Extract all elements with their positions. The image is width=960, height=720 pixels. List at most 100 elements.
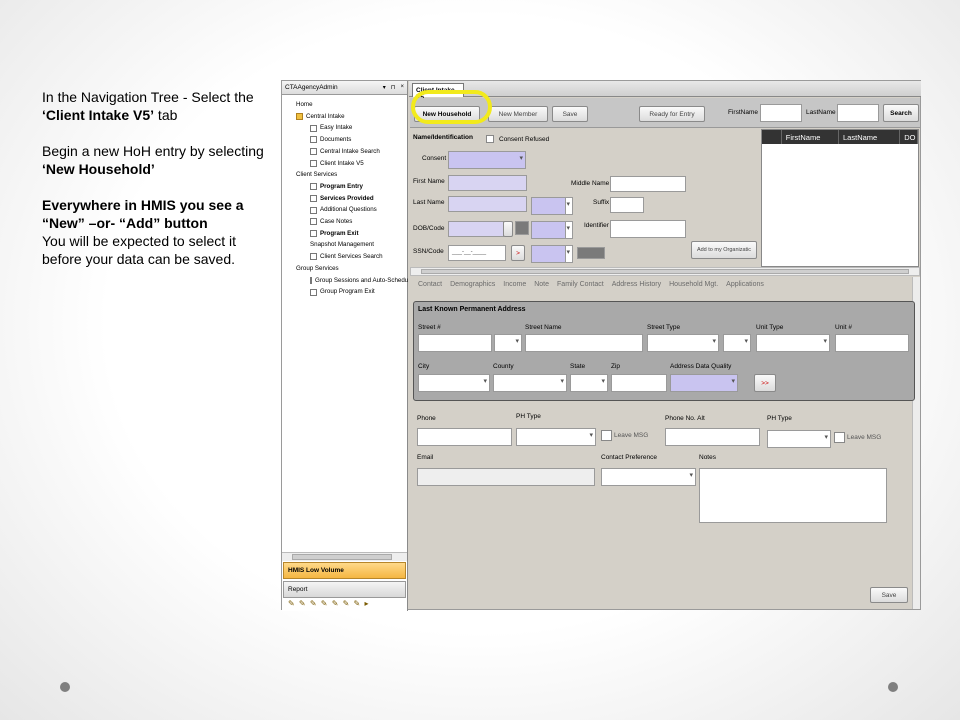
save-button[interactable]: Save bbox=[552, 106, 588, 122]
report-button[interactable]: Report bbox=[283, 581, 406, 598]
scroll-thumb[interactable] bbox=[292, 554, 392, 560]
phone-alt-input[interactable] bbox=[665, 428, 760, 446]
nav-tree-item[interactable]: Services Provided bbox=[286, 193, 407, 205]
ssn-code-input[interactable] bbox=[531, 245, 567, 263]
add-to-organization-button[interactable]: Add to my Organizatic bbox=[691, 241, 757, 259]
hmis-app-window: CTAAgencyAdmin ▾ ⊓ × Home Central Intake E… bbox=[281, 80, 921, 611]
middle-name-input[interactable] bbox=[610, 176, 686, 192]
close-icon[interactable]: × bbox=[400, 84, 404, 91]
phone-label: Phone bbox=[417, 415, 436, 422]
ph-type-alt-select[interactable] bbox=[767, 430, 831, 448]
subtab-item[interactable]: Applications bbox=[726, 281, 764, 288]
ssn-code-dropdown[interactable] bbox=[565, 245, 573, 263]
nav-tree-item[interactable]: Case Notes bbox=[286, 216, 407, 228]
nav-icon-strip[interactable]: ✎ ✎ ✎ ✎ ✎ ✎ ✎ ▸ bbox=[288, 599, 370, 608]
dob-code-dropdown[interactable] bbox=[565, 221, 573, 239]
ssn-input[interactable]: ___-__-____ bbox=[448, 245, 506, 261]
nav-tree-item[interactable]: Central Intake Search bbox=[286, 146, 407, 158]
subtab-item[interactable]: Income bbox=[503, 281, 526, 288]
nav-tree-item[interactable]: Group Sessions and Auto-Schedu bbox=[286, 275, 409, 287]
email-input[interactable] bbox=[417, 468, 595, 486]
doc-icon bbox=[310, 276, 312, 284]
zip-input[interactable] bbox=[611, 374, 667, 392]
subtab-item[interactable]: Note bbox=[534, 281, 549, 288]
name-quality-input[interactable] bbox=[531, 197, 567, 215]
phone-input[interactable] bbox=[417, 428, 512, 446]
ph-type-alt-label: PH Type bbox=[767, 415, 792, 422]
name-quality-dropdown[interactable] bbox=[565, 197, 573, 215]
grid-header-firstname[interactable]: FirstName bbox=[782, 130, 840, 144]
subtab-item[interactable]: Demographics bbox=[450, 281, 495, 288]
nav-tree-item[interactable]: Client Services Search bbox=[286, 251, 407, 263]
new-member-button[interactable]: New Member bbox=[488, 106, 548, 122]
nav-tree-item[interactable]: Snapshot Management bbox=[286, 239, 407, 251]
street-number-input[interactable] bbox=[418, 334, 492, 352]
subtab-item[interactable]: Household Mgt. bbox=[669, 281, 718, 288]
save-form-button[interactable]: Save bbox=[870, 587, 908, 603]
nav-tree-item[interactable]: Group Services bbox=[286, 263, 407, 275]
nav-tree-item-label: Snapshot Management bbox=[310, 241, 374, 249]
nav-tree-item[interactable]: Group Program Exit bbox=[286, 286, 407, 298]
city-select[interactable] bbox=[418, 374, 490, 392]
nav-tree-item[interactable]: Client Intake V5 bbox=[286, 158, 407, 170]
street-name-input[interactable] bbox=[525, 334, 643, 352]
scroll-thumb[interactable] bbox=[421, 269, 909, 274]
subtab-item[interactable]: Contact bbox=[418, 281, 442, 288]
subtab-item[interactable]: Family Contact bbox=[557, 281, 604, 288]
nav-tree-item[interactable]: Additional Questions bbox=[286, 204, 407, 216]
nav-tree-item-label: Group Sessions and Auto-Schedu bbox=[315, 276, 409, 284]
pin-icon[interactable]: ⊓ bbox=[391, 84, 396, 91]
unit-number-input[interactable] bbox=[835, 334, 909, 352]
subtab-item[interactable]: Address History bbox=[612, 281, 661, 288]
consent-select[interactable] bbox=[448, 151, 526, 169]
street-name-label: Street Name bbox=[525, 324, 562, 331]
nav-tree-item[interactable]: Central Intake bbox=[286, 111, 407, 123]
leave-msg-checkbox[interactable] bbox=[601, 430, 612, 441]
ph-type-select[interactable] bbox=[516, 428, 596, 446]
ssn-arrow-button[interactable]: > bbox=[511, 245, 525, 261]
state-select[interactable] bbox=[570, 374, 608, 392]
notes-textarea[interactable] bbox=[699, 468, 887, 523]
leave-msg-alt-checkbox[interactable] bbox=[834, 432, 845, 443]
nav-tree-item-label: Group Program Exit bbox=[320, 288, 375, 296]
instruction-step-3: Everywhere in HMIS you see a “New” –or- … bbox=[42, 196, 274, 268]
county-select[interactable] bbox=[493, 374, 567, 392]
hmis-low-volume-button[interactable]: HMIS Low Volume bbox=[283, 562, 406, 579]
address-group-title: Last Known Permanent Address bbox=[418, 306, 526, 313]
contact-preference-select[interactable] bbox=[601, 468, 696, 486]
nav-tree-item[interactable]: Program Entry bbox=[286, 181, 407, 193]
street-suffix-select[interactable] bbox=[723, 334, 751, 352]
consent-refused-checkbox[interactable] bbox=[486, 135, 494, 143]
middle-name-label: Middle Name bbox=[571, 180, 610, 187]
dob-input[interactable] bbox=[448, 221, 504, 237]
firstname-search-input[interactable] bbox=[760, 104, 802, 122]
instruction-step-2: Begin a new HoH entry by selecting ‘New … bbox=[42, 142, 274, 178]
lastname-search-input[interactable] bbox=[837, 104, 879, 122]
suffix-input[interactable] bbox=[610, 197, 644, 213]
unit-type-select[interactable] bbox=[756, 334, 830, 352]
street-type-select[interactable] bbox=[647, 334, 719, 352]
grid-header-dob[interactable]: DO bbox=[900, 130, 918, 144]
nav-horizontal-scrollbar[interactable] bbox=[282, 552, 407, 561]
form-horizontal-scrollbar[interactable] bbox=[410, 267, 920, 276]
nav-tree-item[interactable]: Home bbox=[286, 99, 407, 111]
nav-tree-item-label: Program Exit bbox=[320, 229, 359, 237]
dob-code-input[interactable] bbox=[531, 221, 567, 239]
grid-header-lastname[interactable]: LastName bbox=[839, 130, 901, 144]
pin-dropdown-icon[interactable]: ▾ bbox=[383, 84, 386, 91]
address-arrow-button[interactable]: >> bbox=[754, 374, 776, 392]
street-direction-select[interactable] bbox=[494, 334, 522, 352]
ready-for-entry-button[interactable]: Ready for Entry bbox=[639, 106, 705, 122]
nav-tree-item[interactable]: Client Services bbox=[286, 169, 407, 181]
search-button[interactable]: Search bbox=[883, 104, 919, 122]
search-results-grid[interactable]: FirstName LastName DO bbox=[761, 129, 919, 267]
nav-tree-item[interactable]: Program Exit bbox=[286, 228, 407, 240]
nav-tree-item[interactable]: Documents bbox=[286, 134, 407, 146]
nav-tree-item[interactable]: Easy Intake bbox=[286, 122, 407, 134]
section-name-identification: Name/Identification bbox=[413, 134, 473, 141]
address-quality-select[interactable] bbox=[670, 374, 738, 392]
identifier-input[interactable] bbox=[610, 220, 686, 238]
last-name-input[interactable] bbox=[448, 196, 527, 212]
first-name-input[interactable] bbox=[448, 175, 527, 191]
calendar-icon[interactable] bbox=[503, 221, 513, 237]
